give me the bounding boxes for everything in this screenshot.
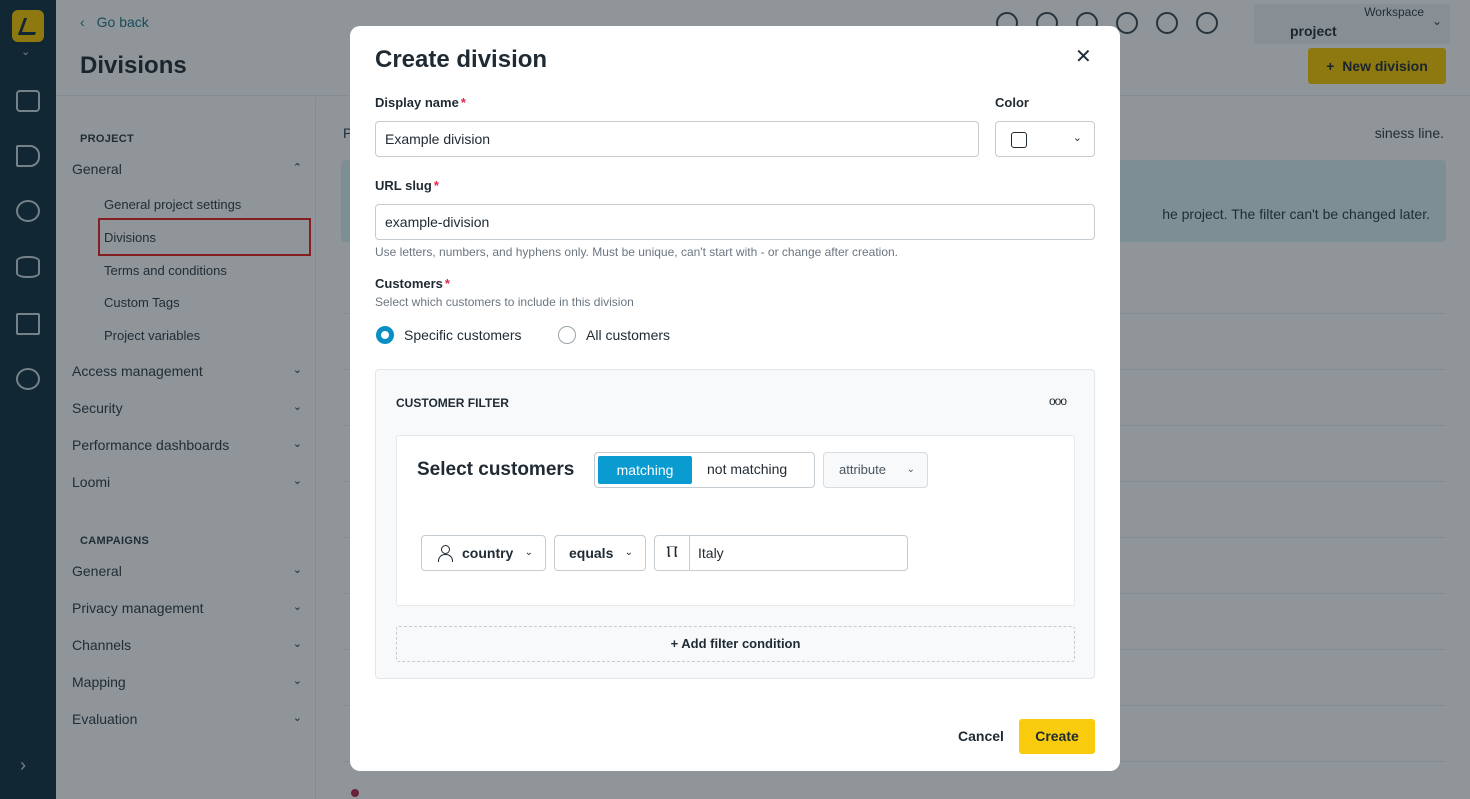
color-swatch-icon bbox=[1011, 132, 1027, 148]
select-customers-heading: Select customers bbox=[417, 459, 575, 480]
chevron-down-icon: ⌄ bbox=[624, 547, 633, 558]
display-name-label-text: Display name bbox=[375, 95, 459, 110]
condition-property-label: country bbox=[462, 545, 514, 561]
customers-label: Customers * bbox=[375, 276, 450, 291]
attribute-dropdown[interactable]: attribute ⌄ bbox=[823, 452, 928, 488]
customers-label-text: Customers bbox=[375, 276, 443, 291]
radio-label: Specific customers bbox=[404, 327, 522, 343]
matching-toggle: matching not matching bbox=[594, 452, 815, 488]
radio-unselected-icon bbox=[558, 326, 576, 344]
required-marker: * bbox=[460, 95, 466, 110]
person-icon bbox=[437, 545, 453, 562]
radio-all-customers[interactable]: All customers bbox=[558, 326, 670, 344]
add-filter-condition-button[interactable]: + Add filter condition bbox=[396, 626, 1075, 662]
text-type-icon: Ⲡ bbox=[655, 536, 690, 570]
dialog-title: Create division bbox=[375, 46, 548, 73]
url-slug-label: URL slug * bbox=[375, 178, 439, 193]
display-name-label: Display name * bbox=[375, 95, 466, 110]
required-marker: * bbox=[433, 178, 439, 193]
required-marker: * bbox=[444, 276, 450, 291]
more-options-icon[interactable]: ooo bbox=[1049, 394, 1067, 408]
chevron-down-icon: ⌄ bbox=[1072, 132, 1082, 144]
customers-hint: Select which customers to include in thi… bbox=[375, 295, 634, 309]
color-label: Color bbox=[995, 95, 1029, 110]
create-button[interactable]: Create bbox=[1019, 719, 1095, 754]
filter-card: Select customers matching not matching a… bbox=[396, 435, 1075, 606]
matching-option[interactable]: matching bbox=[598, 456, 692, 484]
condition-value: Italy bbox=[698, 545, 724, 561]
radio-label: All customers bbox=[586, 327, 671, 343]
radio-selected-icon bbox=[376, 326, 394, 344]
close-icon[interactable]: ✕ bbox=[1075, 44, 1092, 69]
display-name-input[interactable]: Example division bbox=[375, 121, 979, 157]
cancel-button[interactable]: Cancel bbox=[958, 728, 1004, 744]
condition-value-input[interactable]: Ⲡ Italy bbox=[654, 535, 908, 571]
chevron-down-icon: ⌄ bbox=[524, 547, 533, 558]
chevron-down-icon: ⌄ bbox=[906, 464, 915, 475]
url-slug-hint: Use letters, numbers, and hyphens only. … bbox=[375, 245, 899, 259]
not-matching-option[interactable]: not matching bbox=[707, 461, 787, 477]
condition-operator-select[interactable]: equals ⌄ bbox=[554, 535, 646, 571]
radio-specific-customers[interactable]: Specific customers bbox=[376, 326, 521, 344]
customer-filter-panel: CUSTOMER FILTER ooo Select customers mat… bbox=[375, 369, 1095, 679]
url-slug-label-text: URL slug bbox=[375, 178, 432, 193]
condition-property-select[interactable]: country ⌄ bbox=[421, 535, 546, 571]
condition-operator-label: equals bbox=[569, 545, 614, 561]
create-division-dialog: Create division ✕ Display name * Color Ex… bbox=[350, 26, 1120, 771]
color-select[interactable]: ⌄ bbox=[995, 121, 1095, 157]
attribute-label: attribute bbox=[839, 462, 886, 477]
filter-header: CUSTOMER FILTER bbox=[396, 396, 509, 410]
url-slug-input[interactable]: example-division bbox=[375, 204, 1095, 240]
